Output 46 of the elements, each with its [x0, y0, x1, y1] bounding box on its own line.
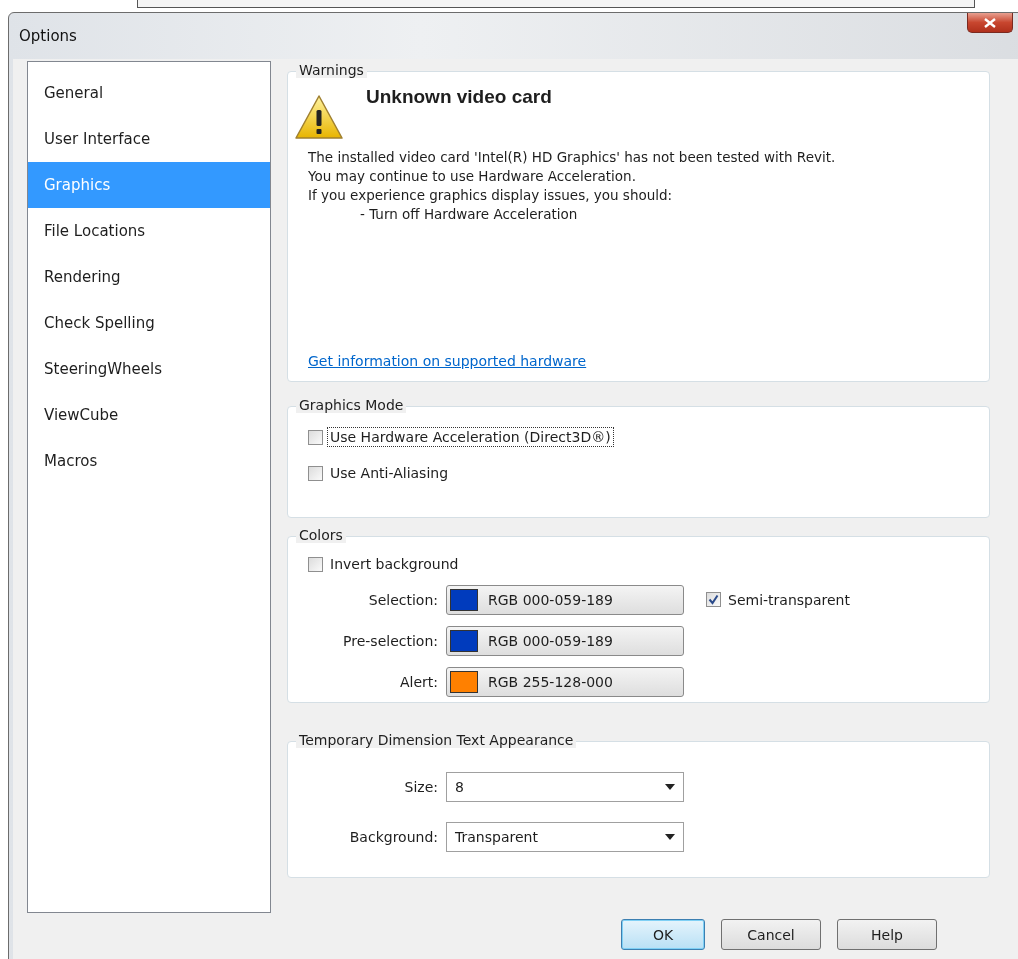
- checkbox[interactable]: [706, 592, 721, 607]
- checkbox-label[interactable]: Invert background: [327, 554, 462, 574]
- sidebar-item[interactable]: General: [28, 70, 270, 116]
- sidebar-item[interactable]: User Interface: [28, 116, 270, 162]
- group-title: Warnings: [296, 62, 367, 78]
- checkbox-label[interactable]: Use Hardware Acceleration (Direct3D®): [327, 427, 614, 447]
- color-picker-button[interactable]: RGB 255-128-000: [446, 666, 684, 697]
- warning-text: You may continue to use Hardware Acceleration.: [308, 167, 637, 186]
- warning-text: - Turn off Hardware Acceleration: [359, 205, 579, 224]
- sidebar-item[interactable]: File Locations: [28, 208, 270, 254]
- checkbox[interactable]: [308, 465, 323, 481]
- sidebar-item[interactable]: Check Spelling: [28, 300, 270, 346]
- dropdown-field[interactable]: 8: [446, 772, 684, 802]
- warning-text: If you experience graphics display issues, you should:: [308, 186, 674, 205]
- close-icon: [984, 17, 996, 28]
- color-picker-button[interactable]: RGB 000-059-189: [446, 625, 684, 656]
- color-picker-button[interactable]: RGB 000-059-189: [446, 584, 684, 615]
- field-label: Pre-selection:: [342, 632, 439, 649]
- group-title: Colors: [296, 527, 346, 543]
- dialog-button[interactable]: Help: [837, 919, 937, 950]
- sidebar-item[interactable]: Macros: [28, 438, 270, 484]
- field-label: Size:: [403, 779, 439, 795]
- checkbox[interactable]: [308, 429, 323, 445]
- sidebar-item[interactable]: SteeringWheels: [28, 346, 270, 392]
- field-label: Background:: [348, 829, 439, 845]
- group-title: Temporary Dimension Text Appearance: [296, 732, 577, 748]
- dropdown-field[interactable]: Transparent: [446, 822, 684, 852]
- group-title: Graphics Mode: [296, 397, 407, 413]
- warning-text: The installed video card 'Intel(R) HD Graphics' has not been tested with Revit.: [308, 148, 837, 167]
- warning-heading: Unknown video card: [366, 86, 552, 109]
- checkbox-label[interactable]: Semi-transparent: [725, 589, 853, 610]
- warning-icon: [294, 94, 344, 140]
- hardware-info-link[interactable]: Get information on supported hardware: [308, 353, 587, 369]
- checkmark-icon: [708, 594, 719, 605]
- sidebar-item[interactable]: Rendering: [28, 254, 270, 300]
- dialog-button[interactable]: OK: [621, 919, 705, 950]
- window-title: Options: [19, 27, 77, 45]
- checkbox[interactable]: [308, 556, 323, 572]
- sidebar-item[interactable]: ViewCube: [28, 392, 270, 438]
- field-label: Alert:: [398, 673, 439, 690]
- dropdown-arrow-icon: [665, 834, 675, 840]
- dropdown-arrow-icon: [665, 784, 675, 790]
- field-label: Selection:: [367, 591, 439, 608]
- dialog-button[interactable]: Cancel: [721, 919, 821, 950]
- checkbox-label[interactable]: Use Anti-Aliasing: [327, 463, 452, 483]
- close-button[interactable]: [967, 13, 1013, 33]
